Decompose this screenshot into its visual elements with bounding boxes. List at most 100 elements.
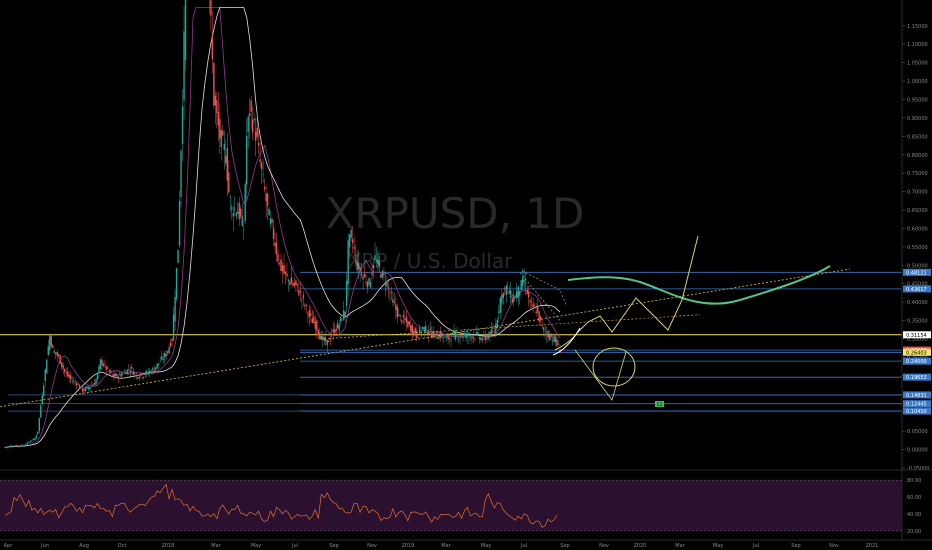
- candle-body: [29, 441, 32, 443]
- candle-body: [10, 445, 12, 447]
- candle-body: [296, 283, 299, 286]
- candle-body: [181, 106, 184, 144]
- candle-body: [219, 118, 221, 139]
- rsi-tick-label: 80.00: [907, 478, 921, 484]
- candle-body: [20, 445, 23, 446]
- candle-body: [539, 316, 542, 321]
- candle-body: [292, 283, 294, 286]
- candle-body: [168, 347, 170, 354]
- candle-body: [522, 277, 524, 286]
- candle-body: [465, 332, 467, 339]
- candle-body: [260, 162, 263, 170]
- candle-body: [238, 202, 240, 220]
- candle-body: [269, 218, 272, 225]
- candle-body: [408, 321, 411, 325]
- candle-body: [507, 286, 509, 287]
- candle-body: [442, 337, 445, 338]
- candle-body: [153, 369, 155, 371]
- candle-body: [56, 352, 58, 356]
- time-tick-label: Jul: [520, 543, 527, 549]
- candle-body: [453, 331, 455, 337]
- candle-body: [389, 292, 391, 294]
- candle-body: [40, 405, 42, 418]
- candle-body: [425, 325, 427, 332]
- candle-body: [232, 213, 234, 217]
- candle-body: [527, 292, 530, 298]
- candle-body: [253, 118, 255, 121]
- price-level-label: 0.24000: [906, 359, 927, 365]
- candle-body: [72, 380, 75, 382]
- candle-body: [368, 278, 370, 285]
- candle-body: [435, 337, 437, 339]
- candle-body: [77, 384, 79, 385]
- price-level-label: 0.12445: [906, 402, 927, 408]
- candle-body: [84, 387, 87, 392]
- candle-body: [345, 280, 348, 306]
- time-axis[interactable]: Apr Jun Aug Oct 2018 Mar May Jul Sep Nov 2019 Mar Ma…: [0, 539, 932, 549]
- candle-body: [499, 298, 502, 313]
- candle-body: [342, 310, 345, 320]
- rsi-band: [0, 480, 902, 531]
- time-tick-label: Sep: [329, 543, 338, 549]
- rsi-pane[interactable]: 80.00 60.00 40.00 20.00: [0, 469, 932, 535]
- candle-body: [220, 130, 223, 148]
- candle-body: [492, 330, 494, 332]
- time-tick-label: Mar: [675, 543, 685, 549]
- candle-body: [544, 331, 546, 332]
- candle-body: [457, 338, 460, 340]
- price-tick-label: 1.00000: [907, 79, 928, 85]
- candle-body: [280, 259, 282, 271]
- watermark-description: XRP / U.S. Dollar: [348, 249, 514, 273]
- projection-curve-green: [567, 265, 831, 305]
- candle-body: [14, 445, 17, 447]
- candle-body: [65, 372, 67, 374]
- candle-body: [532, 304, 534, 308]
- candle-body: [298, 290, 300, 296]
- time-tick-label: 2018: [162, 543, 175, 549]
- candle-body: [398, 314, 400, 317]
- candle-body: [172, 314, 175, 340]
- candle-body: [268, 208, 270, 216]
- candle-body: [110, 370, 112, 373]
- candle-body: [433, 331, 436, 333]
- candle-body: [487, 335, 490, 339]
- candle-body: [75, 382, 78, 386]
- price-chart[interactable]: XRPUSD, 1D XRP / U.S. Dollar 1.15000 1.10…: [0, 0, 932, 550]
- candle-body: [405, 316, 408, 322]
- annotation-badge-label: 11: [656, 402, 662, 408]
- candle-body: [175, 267, 178, 300]
- candle-body: [74, 381, 76, 383]
- candle-body: [383, 273, 385, 276]
- candle-body: [320, 336, 322, 339]
- candle-body: [31, 440, 33, 442]
- candle-body: [211, 35, 214, 60]
- candle-body: [123, 371, 126, 373]
- price-tick-label: 1.10000: [907, 42, 928, 48]
- candle-body: [113, 373, 115, 377]
- candle-body: [444, 336, 446, 338]
- candle-body: [120, 374, 123, 377]
- candle-body: [165, 353, 167, 356]
- candle-body: [83, 388, 85, 391]
- candle-body: [140, 373, 142, 376]
- candle-body: [277, 253, 279, 262]
- candle-body: [483, 334, 485, 336]
- candle-body: [513, 295, 515, 301]
- candle-body: [111, 374, 114, 376]
- candle-body: [414, 328, 416, 335]
- candle-body: [463, 334, 466, 336]
- time-tick-label: May: [713, 543, 723, 549]
- candle-body: [339, 316, 342, 322]
- candle-body: [286, 273, 288, 277]
- candle-body: [257, 142, 260, 146]
- candle-body: [514, 296, 516, 298]
- candle-body: [247, 116, 249, 132]
- candle-body: [226, 148, 228, 181]
- candle-body: [143, 376, 145, 378]
- candle-body: [459, 337, 461, 338]
- candle-body: [502, 293, 505, 298]
- candle-body: [35, 435, 38, 439]
- candle-body: [365, 282, 367, 283]
- price-tick-label: 0.60000: [907, 226, 928, 232]
- time-tick-label: Sep: [560, 543, 569, 549]
